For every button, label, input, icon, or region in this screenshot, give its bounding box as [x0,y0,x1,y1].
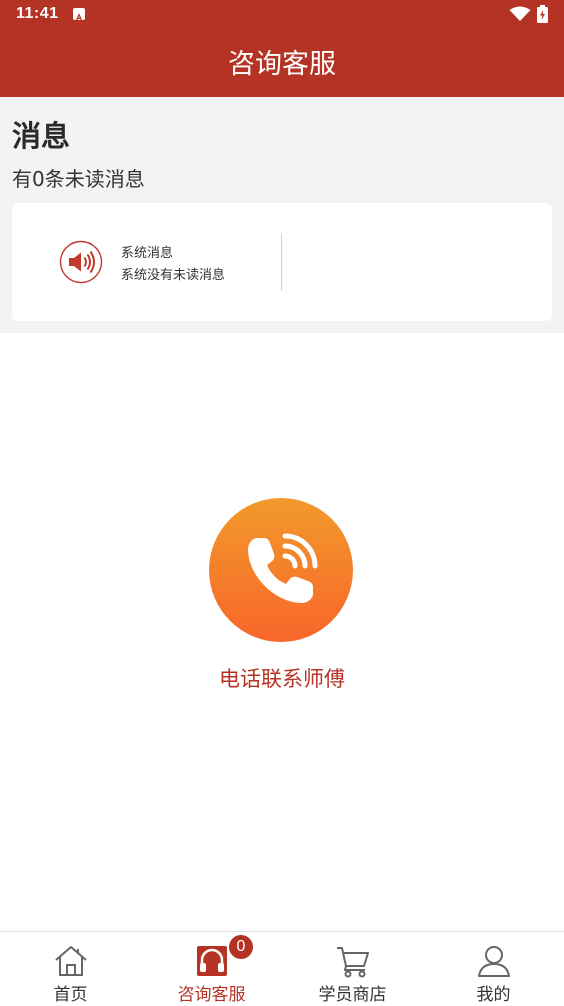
messages-section: 消息 有0条未读消息 系统消息 系统没有未读消息 [0,97,564,333]
nav-item-consult[interactable]: 咨询客服 [141,932,282,1006]
phone-icon [235,524,327,616]
notification-a-icon [73,8,85,21]
consult-badge: 0 [229,935,253,959]
call-master-label[interactable]: 电话联系师傅 [0,663,564,693]
app-header: 11:41 咨询客服 [0,0,564,97]
home-icon [53,944,89,978]
speaker-icon [59,240,103,284]
nav-label-home: 首页 [53,985,88,1005]
unread-count-text: 有0条未读消息 [12,167,145,191]
cart-icon [335,944,371,978]
nav-item-home[interactable]: 首页 [0,932,141,1006]
call-master-button[interactable] [209,498,353,642]
headset-icon [194,944,230,978]
system-message-card[interactable]: 系统消息 系统没有未读消息 [12,203,552,321]
system-message-title: 系统消息 [121,246,174,261]
nav-item-mine[interactable]: 我的 [423,932,564,1006]
system-message-subtitle: 系统没有未读消息 [121,268,226,283]
nav-label-store: 学员商店 [318,985,387,1005]
user-icon [476,944,512,978]
status-bar: 11:41 [0,0,564,28]
nav-item-store[interactable]: 学员商店 [282,932,423,1006]
battery-icon [537,5,548,27]
bottom-nav: 首页 咨询客服 学员商店 我的 [0,931,564,1006]
nav-label-consult: 咨询客服 [177,985,246,1005]
messages-heading: 消息 [12,119,71,153]
page-title: 咨询客服 [228,49,336,80]
wifi-icon [509,6,531,26]
card-divider [281,233,282,291]
nav-label-mine: 我的 [476,985,511,1005]
status-time: 11:41 [16,5,59,22]
